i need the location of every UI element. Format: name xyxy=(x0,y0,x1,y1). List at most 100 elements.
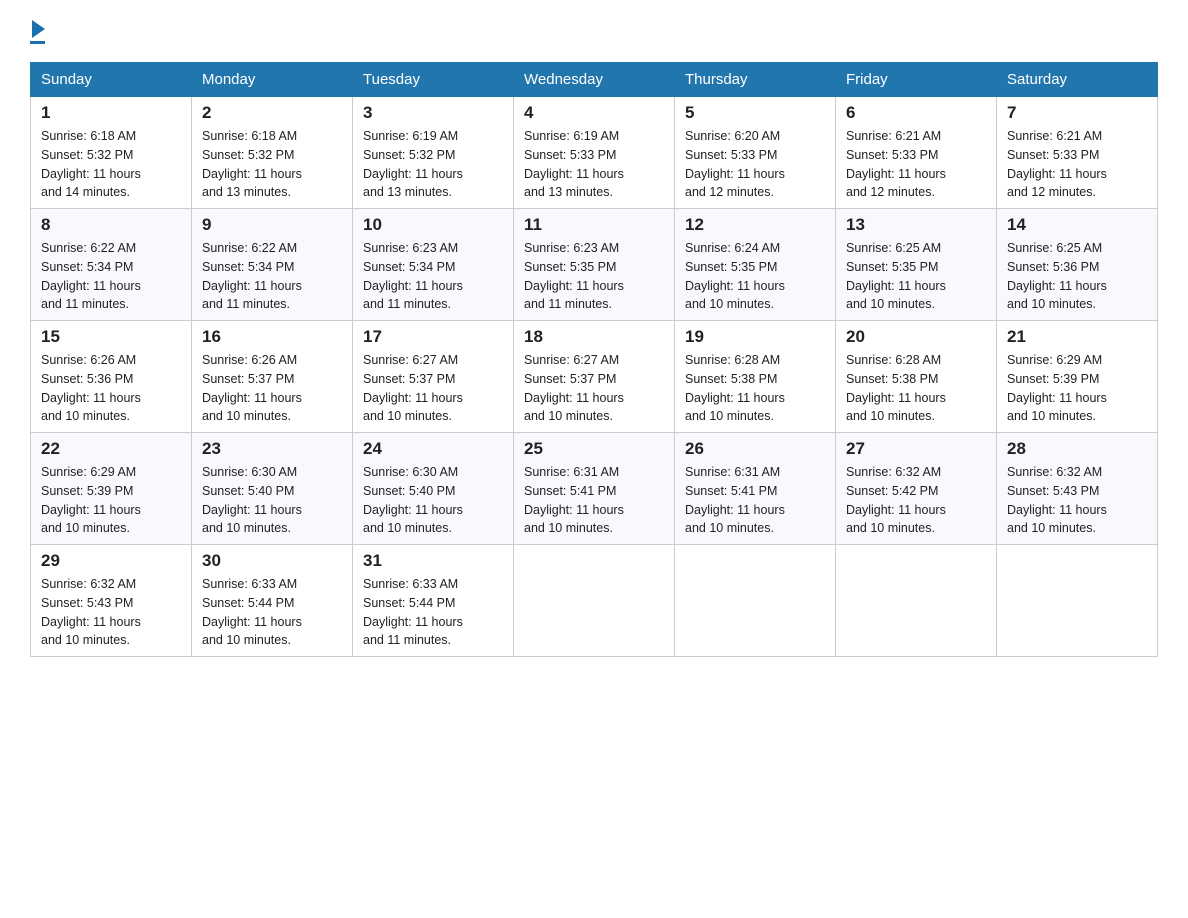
day-info: Sunrise: 6:21 AMSunset: 5:33 PMDaylight:… xyxy=(1007,127,1147,202)
calendar-header-row: SundayMondayTuesdayWednesdayThursdayFrid… xyxy=(31,63,1158,97)
calendar-cell: 25 Sunrise: 6:31 AMSunset: 5:41 PMDayligh… xyxy=(514,433,675,545)
day-info: Sunrise: 6:21 AMSunset: 5:33 PMDaylight:… xyxy=(846,127,986,202)
day-number: 4 xyxy=(524,103,664,123)
column-header-monday: Monday xyxy=(192,63,353,97)
calendar-cell xyxy=(997,545,1158,657)
column-header-tuesday: Tuesday xyxy=(353,63,514,97)
calendar-cell: 12 Sunrise: 6:24 AMSunset: 5:35 PMDayligh… xyxy=(675,209,836,321)
day-number: 5 xyxy=(685,103,825,123)
calendar-cell: 3Sunrise: 6:19 AMSunset: 5:32 PMDaylight… xyxy=(353,97,514,209)
day-number: 20 xyxy=(846,327,986,347)
day-number: 6 xyxy=(846,103,986,123)
day-number: 7 xyxy=(1007,103,1147,123)
day-info: Sunrise: 6:25 AMSunset: 5:35 PMDaylight:… xyxy=(846,239,986,314)
calendar-cell: 27 Sunrise: 6:32 AMSunset: 5:42 PMDayligh… xyxy=(836,433,997,545)
day-number: 23 xyxy=(202,439,342,459)
day-info: Sunrise: 6:31 AMSunset: 5:41 PMDaylight:… xyxy=(685,463,825,538)
calendar-cell: 13Sunrise: 6:25 AMSunset: 5:35 PMDayligh… xyxy=(836,209,997,321)
day-number: 15 xyxy=(41,327,181,347)
day-info: Sunrise: 6:30 AMSunset: 5:40 PMDaylight:… xyxy=(202,463,342,538)
day-info: Sunrise: 6:20 AMSunset: 5:33 PMDaylight:… xyxy=(685,127,825,202)
day-info: Sunrise: 6:33 AMSunset: 5:44 PMDaylight:… xyxy=(363,575,503,650)
day-number: 10 xyxy=(363,215,503,235)
day-info: Sunrise: 6:28 AMSunset: 5:38 PMDaylight:… xyxy=(685,351,825,426)
calendar-cell: 8 Sunrise: 6:22 AMSunset: 5:34 PMDaylight… xyxy=(31,209,192,321)
calendar-cell: 7 Sunrise: 6:21 AMSunset: 5:33 PMDaylight… xyxy=(997,97,1158,209)
day-number: 24 xyxy=(363,439,503,459)
calendar-week-row: 22 Sunrise: 6:29 AMSunset: 5:39 PMDayligh… xyxy=(31,433,1158,545)
day-info: Sunrise: 6:23 AMSunset: 5:34 PMDaylight:… xyxy=(363,239,503,314)
calendar-cell: 18Sunrise: 6:27 AMSunset: 5:37 PMDayligh… xyxy=(514,321,675,433)
day-number: 9 xyxy=(202,215,342,235)
logo-underline xyxy=(30,41,45,44)
day-info: Sunrise: 6:19 AMSunset: 5:33 PMDaylight:… xyxy=(524,127,664,202)
calendar-cell: 19 Sunrise: 6:28 AMSunset: 5:38 PMDayligh… xyxy=(675,321,836,433)
logo-arrow-icon xyxy=(32,20,45,38)
day-info: Sunrise: 6:31 AMSunset: 5:41 PMDaylight:… xyxy=(524,463,664,538)
calendar-cell: 30 Sunrise: 6:33 AMSunset: 5:44 PMDayligh… xyxy=(192,545,353,657)
calendar-cell: 29Sunrise: 6:32 AMSunset: 5:43 PMDayligh… xyxy=(31,545,192,657)
calendar-cell xyxy=(514,545,675,657)
day-number: 2 xyxy=(202,103,342,123)
logo xyxy=(30,20,45,44)
day-info: Sunrise: 6:26 AMSunset: 5:37 PMDaylight:… xyxy=(202,351,342,426)
calendar-cell: 16 Sunrise: 6:26 AMSunset: 5:37 PMDayligh… xyxy=(192,321,353,433)
day-info: Sunrise: 6:23 AMSunset: 5:35 PMDaylight:… xyxy=(524,239,664,314)
calendar-cell: 15Sunrise: 6:26 AMSunset: 5:36 PMDayligh… xyxy=(31,321,192,433)
day-number: 16 xyxy=(202,327,342,347)
day-info: Sunrise: 6:22 AMSunset: 5:34 PMDaylight:… xyxy=(202,239,342,314)
day-info: Sunrise: 6:18 AMSunset: 5:32 PMDaylight:… xyxy=(41,127,181,202)
day-number: 21 xyxy=(1007,327,1147,347)
day-info: Sunrise: 6:32 AMSunset: 5:43 PMDaylight:… xyxy=(41,575,181,650)
column-header-sunday: Sunday xyxy=(31,63,192,97)
calendar-cell: 20 Sunrise: 6:28 AMSunset: 5:38 PMDayligh… xyxy=(836,321,997,433)
column-header-wednesday: Wednesday xyxy=(514,63,675,97)
day-number: 22 xyxy=(41,439,181,459)
day-number: 11 xyxy=(524,215,664,235)
calendar-cell: 17Sunrise: 6:27 AMSunset: 5:37 PMDayligh… xyxy=(353,321,514,433)
calendar-cell: 10 Sunrise: 6:23 AMSunset: 5:34 PMDayligh… xyxy=(353,209,514,321)
day-info: Sunrise: 6:27 AMSunset: 5:37 PMDaylight:… xyxy=(363,351,503,426)
page-header xyxy=(30,20,1158,44)
calendar-cell xyxy=(675,545,836,657)
calendar-cell: 28 Sunrise: 6:32 AMSunset: 5:43 PMDayligh… xyxy=(997,433,1158,545)
day-number: 8 xyxy=(41,215,181,235)
column-header-thursday: Thursday xyxy=(675,63,836,97)
calendar-cell: 24 Sunrise: 6:30 AMSunset: 5:40 PMDayligh… xyxy=(353,433,514,545)
calendar-cell: 11 Sunrise: 6:23 AMSunset: 5:35 PMDayligh… xyxy=(514,209,675,321)
calendar-cell: 31Sunrise: 6:33 AMSunset: 5:44 PMDayligh… xyxy=(353,545,514,657)
day-info: Sunrise: 6:25 AMSunset: 5:36 PMDaylight:… xyxy=(1007,239,1147,314)
calendar-cell: 6 Sunrise: 6:21 AMSunset: 5:33 PMDaylight… xyxy=(836,97,997,209)
day-number: 28 xyxy=(1007,439,1147,459)
day-info: Sunrise: 6:29 AMSunset: 5:39 PMDaylight:… xyxy=(1007,351,1147,426)
day-info: Sunrise: 6:24 AMSunset: 5:35 PMDaylight:… xyxy=(685,239,825,314)
day-info: Sunrise: 6:29 AMSunset: 5:39 PMDaylight:… xyxy=(41,463,181,538)
calendar-week-row: 1Sunrise: 6:18 AMSunset: 5:32 PMDaylight… xyxy=(31,97,1158,209)
day-number: 30 xyxy=(202,551,342,571)
calendar-table: SundayMondayTuesdayWednesdayThursdayFrid… xyxy=(30,62,1158,657)
calendar-cell: 9 Sunrise: 6:22 AMSunset: 5:34 PMDaylight… xyxy=(192,209,353,321)
calendar-cell xyxy=(836,545,997,657)
day-number: 3 xyxy=(363,103,503,123)
calendar-cell: 22 Sunrise: 6:29 AMSunset: 5:39 PMDayligh… xyxy=(31,433,192,545)
day-info: Sunrise: 6:28 AMSunset: 5:38 PMDaylight:… xyxy=(846,351,986,426)
day-number: 26 xyxy=(685,439,825,459)
calendar-cell: 14 Sunrise: 6:25 AMSunset: 5:36 PMDayligh… xyxy=(997,209,1158,321)
day-number: 19 xyxy=(685,327,825,347)
day-number: 25 xyxy=(524,439,664,459)
calendar-cell: 21 Sunrise: 6:29 AMSunset: 5:39 PMDayligh… xyxy=(997,321,1158,433)
day-info: Sunrise: 6:22 AMSunset: 5:34 PMDaylight:… xyxy=(41,239,181,314)
calendar-cell: 23 Sunrise: 6:30 AMSunset: 5:40 PMDayligh… xyxy=(192,433,353,545)
calendar-cell: 4 Sunrise: 6:19 AMSunset: 5:33 PMDaylight… xyxy=(514,97,675,209)
day-info: Sunrise: 6:30 AMSunset: 5:40 PMDaylight:… xyxy=(363,463,503,538)
column-header-saturday: Saturday xyxy=(997,63,1158,97)
day-number: 12 xyxy=(685,215,825,235)
calendar-cell: 26 Sunrise: 6:31 AMSunset: 5:41 PMDayligh… xyxy=(675,433,836,545)
day-number: 14 xyxy=(1007,215,1147,235)
day-number: 27 xyxy=(846,439,986,459)
day-info: Sunrise: 6:32 AMSunset: 5:43 PMDaylight:… xyxy=(1007,463,1147,538)
day-info: Sunrise: 6:33 AMSunset: 5:44 PMDaylight:… xyxy=(202,575,342,650)
calendar-cell: 1Sunrise: 6:18 AMSunset: 5:32 PMDaylight… xyxy=(31,97,192,209)
day-info: Sunrise: 6:32 AMSunset: 5:42 PMDaylight:… xyxy=(846,463,986,538)
day-info: Sunrise: 6:18 AMSunset: 5:32 PMDaylight:… xyxy=(202,127,342,202)
